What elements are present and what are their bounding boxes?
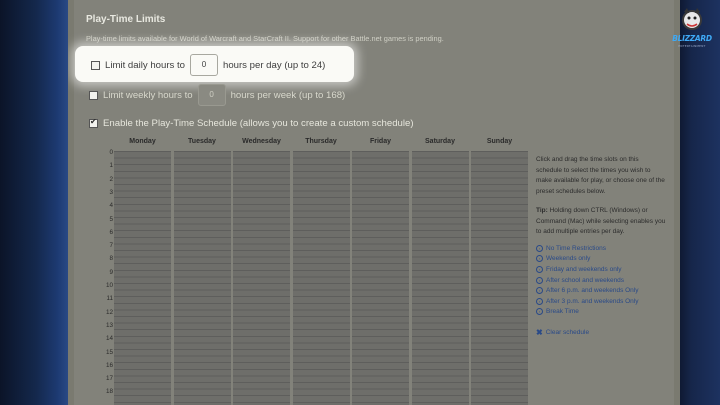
day-header-wednesday: Wednesday: [242, 138, 281, 145]
hour-label: 5: [109, 215, 113, 223]
preset-label: Friday and weekends only: [546, 265, 622, 273]
tip-label: Tip:: [536, 207, 548, 214]
preset-label: No Time Restrictions: [546, 244, 606, 252]
preset-option[interactable]: › After 6 p.m. and weekends Only: [536, 285, 639, 296]
schedule-column-thursday[interactable]: [292, 151, 350, 405]
hour-label: 0: [109, 149, 113, 156]
daily-limit-row: Limit daily hours to 0 hours per day (up…: [91, 54, 325, 76]
schedule-enable-row: Enable the Play-Time Schedule (allows yo…: [89, 117, 414, 129]
hour-label: 7: [109, 242, 113, 250]
mascot-icon: [682, 8, 702, 30]
hour-label: 16: [105, 361, 113, 369]
day-header-monday: Monday: [129, 138, 156, 145]
schedule-enable-label: Enable the Play-Time Schedule (allows yo…: [103, 118, 414, 129]
schedule-column-wednesday[interactable]: [233, 151, 290, 405]
preset-label: After school and weekends: [546, 276, 625, 284]
hour-label: 2: [109, 175, 113, 183]
hour-label: 12: [105, 308, 113, 316]
section-title: Play-Time Limits: [86, 14, 166, 25]
preset-label: Break Time: [546, 308, 579, 316]
preset-arrow-icon: ›: [536, 276, 543, 284]
preset-option[interactable]: › After 3 p.m. and weekends Only: [536, 296, 639, 307]
weekly-limit-label: Limit weekly hours to: [103, 89, 193, 101]
weekly-hours-input[interactable]: 0: [197, 84, 226, 106]
hour-label: 14: [105, 335, 113, 343]
preset-label: Weekends only: [546, 255, 591, 263]
hour-label: 18: [105, 388, 113, 396]
preset-arrow-icon: ›: [536, 255, 543, 263]
settings-panel: Play-Time Limits Play-time limits availa…: [68, 0, 680, 405]
hour-label: 3: [109, 188, 113, 196]
day-header-saturday: Saturday: [425, 138, 455, 145]
weekly-limit-suffix: hours per week (up to 168): [230, 89, 346, 101]
clear-schedule-label: Clear schedule: [545, 329, 590, 336]
preset-option[interactable]: › Weekends only: [536, 254, 639, 265]
weekly-limit-checkbox[interactable]: [89, 90, 98, 100]
hour-label: 17: [105, 375, 113, 383]
preset-label: After 6 p.m. and weekends Only: [546, 287, 639, 295]
preset-option[interactable]: › After school and weekends: [536, 275, 639, 286]
section-subtitle: Play-time limits available for World of …: [86, 34, 444, 43]
preset-schedule-list: › No Time Restrictions › Weekends only › Frid…: [536, 243, 639, 317]
schedule-column-tuesday[interactable]: [173, 151, 231, 405]
day-header-tuesday: Tuesday: [188, 138, 216, 145]
panel-content: Play-Time Limits Play-time limits availa…: [74, 0, 674, 405]
daily-limit-checkbox[interactable]: [91, 60, 100, 70]
hour-label: 6: [109, 228, 113, 236]
schedule-column-saturday[interactable]: [411, 151, 469, 405]
preset-arrow-icon: ›: [536, 308, 543, 316]
preset-arrow-icon: ›: [536, 244, 543, 252]
schedule-enable-checkbox[interactable]: [89, 117, 98, 128]
weekly-limit-row: Limit weekly hours to 0 hours per week (…: [89, 84, 345, 106]
hour-label: 11: [106, 295, 113, 303]
day-header-sunday: Sunday: [486, 138, 513, 145]
day-header-thursday: Thursday: [305, 138, 337, 145]
hour-label: 10: [105, 282, 113, 289]
hour-label: 8: [109, 255, 113, 263]
schedule-column-friday[interactable]: [352, 151, 409, 405]
hour-label: 1: [109, 162, 113, 170]
preset-arrow-icon: ›: [536, 265, 543, 273]
daily-hours-input[interactable]: 0: [189, 54, 218, 76]
clear-schedule-link[interactable]: ✖ Clear schedule: [536, 328, 589, 337]
preset-label: After 3 p.m. and weekends Only: [546, 297, 639, 305]
preset-arrow-icon: ›: [536, 287, 543, 295]
daily-limit-label: Limit daily hours to: [105, 59, 185, 71]
preset-option[interactable]: › Break Time: [536, 307, 639, 318]
logo-subtext: ENTERTAINMENT: [678, 44, 706, 48]
day-header-friday: Friday: [369, 138, 391, 145]
schedule-instructions: Click and drag the time slots on this sc…: [536, 156, 665, 195]
schedule-column-monday[interactable]: [114, 151, 171, 405]
blizzard-logo: BLIZZARD ENTERTAINMENT: [672, 6, 712, 54]
logo-text: BLIZZARD: [672, 34, 712, 43]
clear-x-icon: ✖: [536, 328, 543, 337]
schedule-column-sunday[interactable]: [471, 151, 528, 405]
tip-text: Holding down CTRL (Windows) or Command (…: [536, 207, 666, 235]
preset-option[interactable]: › No Time Restrictions: [536, 243, 639, 254]
preset-option[interactable]: › Friday and weekends only: [536, 264, 639, 275]
daily-limit-suffix: hours per day (up to 24): [222, 59, 326, 71]
hour-label: 4: [109, 202, 113, 210]
schedule-tip: Tip: Holding down CTRL (Windows) or Comm…: [536, 206, 666, 238]
hour-label: 13: [105, 321, 113, 329]
hour-label: 9: [109, 268, 113, 276]
hour-label: 15: [105, 348, 113, 356]
preset-arrow-icon: ›: [536, 297, 543, 305]
